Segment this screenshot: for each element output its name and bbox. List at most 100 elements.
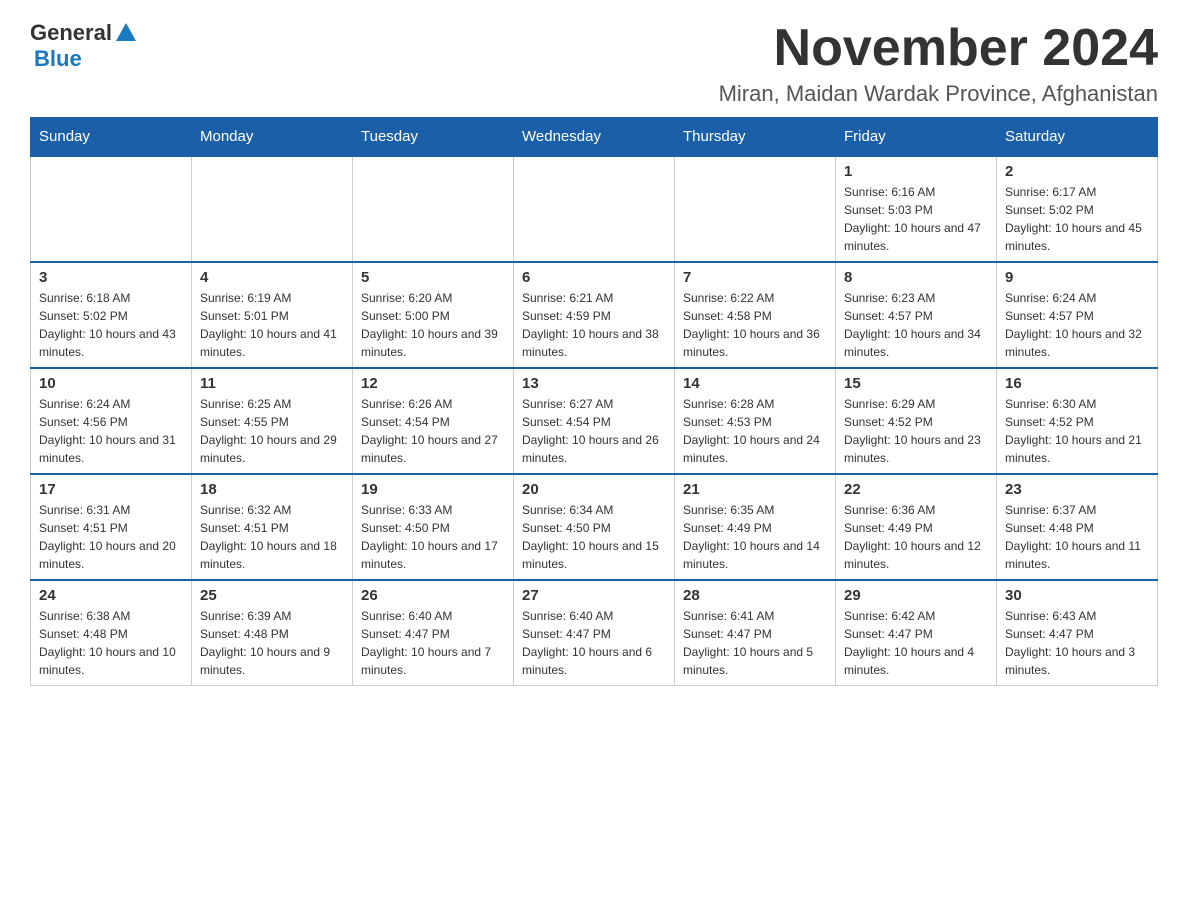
calendar-cell-17: 17Sunrise: 6:31 AMSunset: 4:51 PMDayligh…	[31, 474, 192, 580]
calendar-cell-4: 4 Sunrise: 6:19 AMSunset: 5:01 PMDaylight…	[192, 262, 353, 368]
day-info: Sunrise: 6:18 AMSunset: 5:02 PMDaylight:…	[39, 289, 183, 361]
day-info: Sunrise: 6:30 AMSunset: 4:52 PMDaylight:…	[1005, 395, 1149, 467]
logo-blue-text: Blue	[34, 46, 82, 72]
calendar-cell-3: 3 Sunrise: 6:18 AMSunset: 5:02 PMDaylight…	[31, 262, 192, 368]
day-info: Sunrise: 6:40 AMSunset: 4:47 PMDaylight:…	[522, 607, 666, 679]
month-title: November 2024	[719, 20, 1158, 77]
weekday-header-sunday: Sunday	[31, 118, 192, 157]
day-info: Sunrise: 6:23 AMSunset: 4:57 PMDaylight:…	[844, 289, 988, 361]
day-info: Sunrise: 6:41 AMSunset: 4:47 PMDaylight:…	[683, 607, 827, 679]
day-info: Sunrise: 6:24 AMSunset: 4:56 PMDaylight:…	[39, 395, 183, 467]
day-info: Sunrise: 6:28 AMSunset: 4:53 PMDaylight:…	[683, 395, 827, 467]
calendar-cell-18: 18 Sunrise: 6:32 AMSunset: 4:51 PMDayligh…	[192, 474, 353, 580]
day-number: 30	[1005, 587, 1149, 604]
day-number: 20	[522, 481, 666, 498]
logo-text: General	[30, 20, 136, 46]
weekday-header-saturday: Saturday	[997, 118, 1158, 157]
calendar-cell-empty	[192, 156, 353, 262]
logo-general-text: General	[30, 20, 112, 46]
day-info: Sunrise: 6:19 AMSunset: 5:01 PMDaylight:…	[200, 289, 344, 361]
day-number: 13	[522, 375, 666, 392]
day-number: 1	[844, 163, 988, 180]
title-block: November 2024 Miran, Maidan Wardak Provi…	[719, 20, 1158, 107]
weekday-header-thursday: Thursday	[675, 118, 836, 157]
day-number: 4	[200, 269, 344, 286]
calendar-cell-26: 26Sunrise: 6:40 AMSunset: 4:47 PMDayligh…	[353, 580, 514, 686]
day-number: 5	[361, 269, 505, 286]
day-number: 3	[39, 269, 183, 286]
calendar-cell-6: 6 Sunrise: 6:21 AMSunset: 4:59 PMDaylight…	[514, 262, 675, 368]
weekday-header-row: SundayMondayTuesdayWednesdayThursdayFrid…	[31, 118, 1158, 157]
day-number: 12	[361, 375, 505, 392]
calendar-table: SundayMondayTuesdayWednesdayThursdayFrid…	[30, 117, 1158, 686]
day-info: Sunrise: 6:27 AMSunset: 4:54 PMDaylight:…	[522, 395, 666, 467]
day-info: Sunrise: 6:22 AMSunset: 4:58 PMDaylight:…	[683, 289, 827, 361]
calendar-cell-23: 23Sunrise: 6:37 AMSunset: 4:48 PMDayligh…	[997, 474, 1158, 580]
calendar-cell-7: 7 Sunrise: 6:22 AMSunset: 4:58 PMDaylight…	[675, 262, 836, 368]
day-number: 27	[522, 587, 666, 604]
day-info: Sunrise: 6:43 AMSunset: 4:47 PMDaylight:…	[1005, 607, 1149, 679]
day-info: Sunrise: 6:29 AMSunset: 4:52 PMDaylight:…	[844, 395, 988, 467]
calendar-cell-8: 8Sunrise: 6:23 AMSunset: 4:57 PMDaylight…	[836, 262, 997, 368]
day-info: Sunrise: 6:36 AMSunset: 4:49 PMDaylight:…	[844, 501, 988, 573]
calendar-cell-24: 24 Sunrise: 6:38 AMSunset: 4:48 PMDayligh…	[31, 580, 192, 686]
calendar-cell-30: 30 Sunrise: 6:43 AMSunset: 4:47 PMDayligh…	[997, 580, 1158, 686]
calendar-week-row-2: 10 Sunrise: 6:24 AMSunset: 4:56 PMDayligh…	[31, 368, 1158, 474]
day-info: Sunrise: 6:17 AMSunset: 5:02 PMDaylight:…	[1005, 183, 1149, 255]
location-title: Miran, Maidan Wardak Province, Afghanist…	[719, 81, 1158, 107]
day-number: 10	[39, 375, 183, 392]
day-number: 11	[200, 375, 344, 392]
calendar-cell-27: 27 Sunrise: 6:40 AMSunset: 4:47 PMDayligh…	[514, 580, 675, 686]
day-number: 22	[844, 481, 988, 498]
day-number: 2	[1005, 163, 1149, 180]
calendar-cell-21: 21 Sunrise: 6:35 AMSunset: 4:49 PMDayligh…	[675, 474, 836, 580]
calendar-cell-13: 13 Sunrise: 6:27 AMSunset: 4:54 PMDayligh…	[514, 368, 675, 474]
day-info: Sunrise: 6:25 AMSunset: 4:55 PMDaylight:…	[200, 395, 344, 467]
day-info: Sunrise: 6:21 AMSunset: 4:59 PMDaylight:…	[522, 289, 666, 361]
day-number: 9	[1005, 269, 1149, 286]
calendar-week-row-4: 24 Sunrise: 6:38 AMSunset: 4:48 PMDayligh…	[31, 580, 1158, 686]
day-info: Sunrise: 6:42 AMSunset: 4:47 PMDaylight:…	[844, 607, 988, 679]
day-info: Sunrise: 6:20 AMSunset: 5:00 PMDaylight:…	[361, 289, 505, 361]
day-number: 6	[522, 269, 666, 286]
calendar-cell-5: 5 Sunrise: 6:20 AMSunset: 5:00 PMDaylight…	[353, 262, 514, 368]
day-number: 18	[200, 481, 344, 498]
weekday-header-monday: Monday	[192, 118, 353, 157]
day-number: 28	[683, 587, 827, 604]
calendar-cell-15: 15Sunrise: 6:29 AMSunset: 4:52 PMDayligh…	[836, 368, 997, 474]
day-info: Sunrise: 6:39 AMSunset: 4:48 PMDaylight:…	[200, 607, 344, 679]
calendar-cell-9: 9 Sunrise: 6:24 AMSunset: 4:57 PMDaylight…	[997, 262, 1158, 368]
day-info: Sunrise: 6:38 AMSunset: 4:48 PMDaylight:…	[39, 607, 183, 679]
calendar-cell-12: 12Sunrise: 6:26 AMSunset: 4:54 PMDayligh…	[353, 368, 514, 474]
day-number: 19	[361, 481, 505, 498]
day-number: 23	[1005, 481, 1149, 498]
calendar-cell-22: 22 Sunrise: 6:36 AMSunset: 4:49 PMDayligh…	[836, 474, 997, 580]
calendar-cell-11: 11 Sunrise: 6:25 AMSunset: 4:55 PMDayligh…	[192, 368, 353, 474]
day-info: Sunrise: 6:31 AMSunset: 4:51 PMDaylight:…	[39, 501, 183, 573]
calendar-cell-14: 14Sunrise: 6:28 AMSunset: 4:53 PMDayligh…	[675, 368, 836, 474]
page-header: General Blue November 2024 Miran, Maidan…	[30, 20, 1158, 107]
day-number: 24	[39, 587, 183, 604]
weekday-header-friday: Friday	[836, 118, 997, 157]
day-number: 16	[1005, 375, 1149, 392]
day-info: Sunrise: 6:24 AMSunset: 4:57 PMDaylight:…	[1005, 289, 1149, 361]
calendar-cell-empty	[31, 156, 192, 262]
day-info: Sunrise: 6:33 AMSunset: 4:50 PMDaylight:…	[361, 501, 505, 573]
calendar-cell-16: 16 Sunrise: 6:30 AMSunset: 4:52 PMDayligh…	[997, 368, 1158, 474]
calendar-week-row-3: 17Sunrise: 6:31 AMSunset: 4:51 PMDayligh…	[31, 474, 1158, 580]
day-number: 7	[683, 269, 827, 286]
calendar-week-row-0: 1Sunrise: 6:16 AMSunset: 5:03 PMDaylight…	[31, 156, 1158, 262]
day-info: Sunrise: 6:35 AMSunset: 4:49 PMDaylight:…	[683, 501, 827, 573]
day-number: 21	[683, 481, 827, 498]
calendar-cell-empty	[353, 156, 514, 262]
logo-triangle-icon	[116, 23, 136, 41]
calendar-cell-1: 1Sunrise: 6:16 AMSunset: 5:03 PMDaylight…	[836, 156, 997, 262]
day-info: Sunrise: 6:32 AMSunset: 4:51 PMDaylight:…	[200, 501, 344, 573]
day-number: 26	[361, 587, 505, 604]
calendar-cell-20: 20Sunrise: 6:34 AMSunset: 4:50 PMDayligh…	[514, 474, 675, 580]
logo: General Blue	[30, 20, 136, 72]
day-number: 29	[844, 587, 988, 604]
weekday-header-tuesday: Tuesday	[353, 118, 514, 157]
calendar-cell-19: 19 Sunrise: 6:33 AMSunset: 4:50 PMDayligh…	[353, 474, 514, 580]
calendar-cell-29: 29 Sunrise: 6:42 AMSunset: 4:47 PMDayligh…	[836, 580, 997, 686]
